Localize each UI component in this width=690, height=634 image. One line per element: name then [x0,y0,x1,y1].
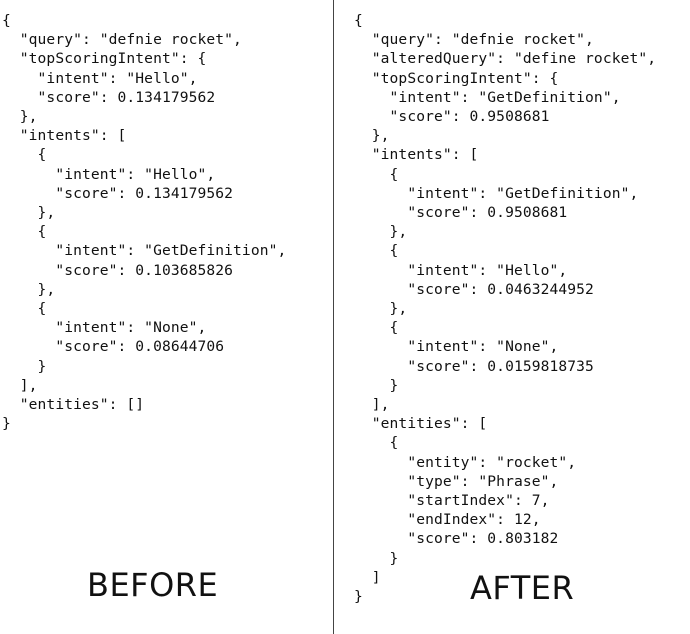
code-line: } [354,588,363,606]
code-line: "score": 0.134179562 [2,88,216,106]
code-line: "intent": "GetDefinition", [354,88,621,106]
code-line: } [354,549,399,567]
before-json-code: { "query": "defnie rocket", "topScoringI… [2,11,286,433]
vertical-divider [333,0,334,634]
code-line: "intent": "None", [2,319,207,337]
code-line: "score": 0.803182 [354,530,559,548]
code-line: } [2,415,11,433]
code-line: }, [2,108,38,126]
code-line: "intent": "Hello", [2,69,198,87]
code-line: "alteredQuery": "define rocket", [354,50,657,68]
code-line: ], [2,376,38,394]
code-line: "intent": "GetDefinition", [354,184,639,202]
after-panel: { "query": "defnie rocket", "alteredQuer… [336,0,690,634]
code-line: } [2,357,47,375]
code-line: { [354,434,399,452]
code-line: "query": "defnie rocket", [354,31,594,49]
code-line: "startIndex": 7, [354,492,550,510]
code-line: }, [354,300,408,318]
before-caption: BEFORE [87,566,219,604]
code-line: "topScoringIntent": { [2,50,207,68]
code-line: "score": 0.103685826 [2,261,234,279]
before-panel: { "query": "defnie rocket", "topScoringI… [0,0,330,634]
code-line: "endIndex": 12, [354,511,541,529]
code-line: "intent": "Hello", [2,165,216,183]
code-line: ], [354,396,390,414]
code-line: { [354,319,399,337]
code-line: { [2,12,11,29]
code-line: "score": 0.134179562 [2,184,234,202]
code-line: "score": 0.0463244952 [354,280,594,298]
after-caption: AFTER [470,569,575,607]
code-line: "type": "Phrase", [354,472,559,490]
code-line: { [2,146,47,164]
code-line: { [2,300,47,318]
code-line: "query": "defnie rocket", [2,31,242,49]
code-line: }, [354,127,390,145]
code-line: } [354,376,399,394]
code-line: "intent": "Hello", [354,261,568,279]
code-line: "intent": "None", [354,338,559,356]
code-line: "score": 0.9508681 [354,108,550,126]
code-line: { [354,165,399,183]
code-line: "entities": [] [2,396,145,414]
code-line: "topScoringIntent": { [354,69,559,87]
after-json-code: { "query": "defnie rocket", "alteredQuer… [354,11,656,606]
code-line: { [354,12,363,29]
code-line: ] [354,568,381,586]
code-line: "score": 0.08644706 [2,338,225,356]
code-line: { [2,223,47,241]
code-line: { [354,242,399,260]
code-line: }, [2,280,56,298]
code-line: "score": 0.0159818735 [354,357,594,375]
code-line: "intents": [ [2,127,127,145]
code-line: "entities": [ [354,415,488,433]
code-line: "intent": "GetDefinition", [2,242,287,260]
code-line: "intents": [ [354,146,479,164]
code-line: }, [354,223,408,241]
code-line: }, [2,204,56,222]
code-line: "entity": "rocket", [354,453,577,471]
code-line: "score": 0.9508681 [354,204,568,222]
